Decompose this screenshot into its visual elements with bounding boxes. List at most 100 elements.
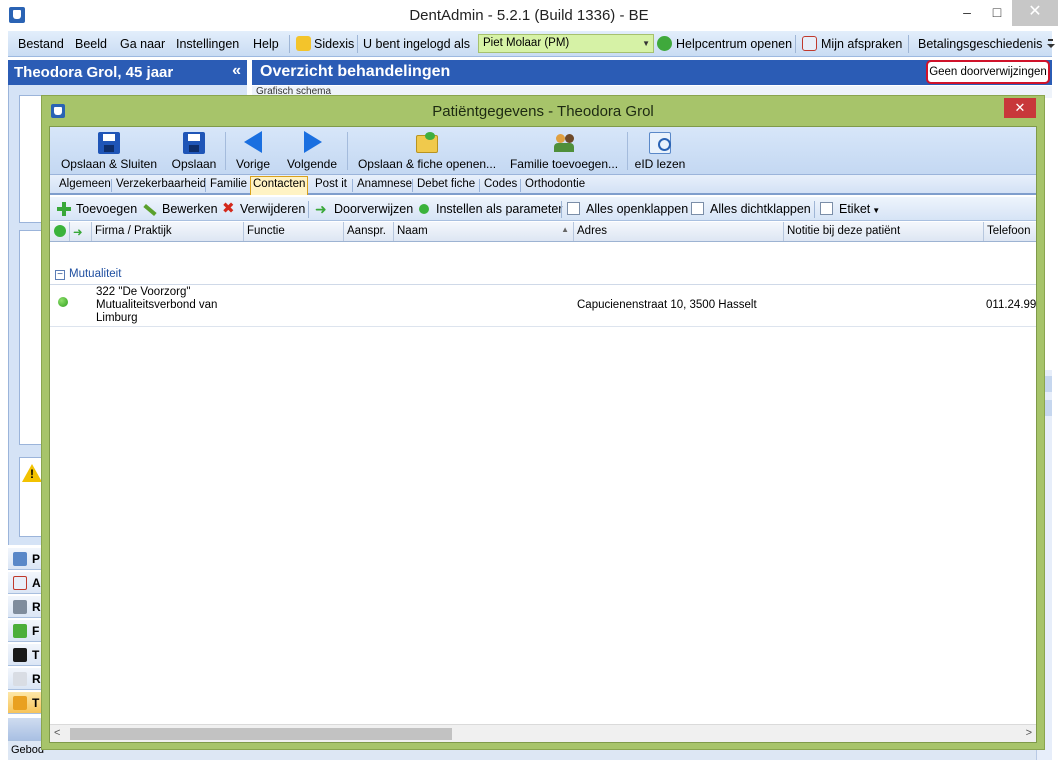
menu-bestand[interactable]: Bestand: [18, 37, 64, 51]
sidexis-button[interactable]: Sidexis: [314, 37, 354, 51]
adres-cell: Capucienenstraat 10, 3500 Hasselt: [577, 299, 757, 311]
patient-name: Theodora Grol, 45 jaar: [14, 64, 174, 81]
save-label: Opslaan: [171, 157, 217, 171]
telefoon-cell: 011.24.99: [986, 299, 1036, 311]
nav-icon: [13, 552, 27, 566]
ribbon-separator: [225, 132, 226, 170]
nav-button[interactable]: F: [8, 620, 44, 642]
sort-ascending-icon: ▲: [561, 225, 569, 234]
collapse-icon[interactable]: «: [232, 62, 241, 80]
menu-separator: [795, 35, 796, 53]
calendar-icon: [13, 576, 27, 590]
nav-button-active[interactable]: T: [8, 692, 44, 714]
toolbar-separator: [814, 201, 815, 218]
warning-icon: [22, 464, 42, 482]
set-parameter-button[interactable]: Instellen als parameter: [436, 202, 562, 216]
dialog-close-button[interactable]: ✕: [1004, 98, 1036, 118]
edit-button[interactable]: Bewerken: [162, 202, 218, 216]
tab-debet-fiche[interactable]: Debet fiche: [415, 178, 477, 190]
tab-algemeen[interactable]: Algemeen: [57, 178, 113, 190]
tab-verzekerbaarheid[interactable]: Verzekerbaarheid: [114, 178, 208, 190]
group-label: Mutualiteit: [69, 268, 122, 280]
nav-button[interactable]: T: [8, 644, 44, 666]
add-family-button[interactable]: Familie toevoegen...: [506, 129, 622, 173]
delete-icon: ✖: [222, 200, 235, 217]
refer-button[interactable]: Doorverwijzen: [334, 202, 413, 216]
patient-data-dialog: Patiëntgegevens - Theodora Grol ✕ Opslaa…: [41, 95, 1045, 750]
horizontal-scrollbar[interactable]: < >: [50, 724, 1036, 742]
save-close-button[interactable]: Opslaan & Sluiten: [58, 129, 160, 173]
read-eid-label: eID lezen: [634, 157, 686, 171]
sidexis-icon: [296, 36, 311, 51]
refer-column-header[interactable]: ➜: [70, 222, 92, 241]
label-dropdown-text: Etiket: [839, 202, 871, 216]
help-center-button[interactable]: Helpcentrum openen: [676, 37, 792, 51]
status-text: Gebod: [11, 744, 45, 756]
close-button[interactable]: ✕: [1012, 0, 1058, 26]
overflow-icon[interactable]: [1046, 35, 1055, 53]
no-referrals-button[interactable]: Geen doorverwijzingen: [926, 60, 1050, 84]
menu-beeld[interactable]: Beeld: [75, 37, 107, 51]
tab-post-it[interactable]: Post it: [313, 178, 349, 190]
table-row[interactable]: 322 "De Voorzorg" Mutualiteitsverbond va…: [50, 285, 1036, 327]
save-icon: [183, 132, 205, 154]
calendar-icon: [802, 36, 817, 51]
column-header-aanspr[interactable]: Aanspr.: [344, 222, 394, 241]
user-select-value: Piet Molaar (PM): [483, 37, 570, 49]
appointments-button[interactable]: Mijn afspraken: [821, 37, 902, 51]
collapse-all-icon: [691, 202, 704, 215]
read-eid-button[interactable]: eID lezen: [632, 129, 688, 173]
maximize-button[interactable]: □: [984, 0, 1010, 26]
save-open-fiche-button[interactable]: Opslaan & fiche openen...: [354, 129, 500, 173]
menu-bar: Bestand Beeld Ga naar Instellingen Help …: [8, 31, 1055, 57]
logged-in-label: U bent ingelogd als: [363, 37, 471, 51]
nav-button[interactable]: P: [8, 548, 44, 570]
column-header-naam-label: Naam: [397, 225, 428, 237]
menu-instellingen[interactable]: Instellingen: [176, 37, 239, 51]
firma-cell: 322 "De Voorzorg" Mutualiteitsverbond va…: [96, 286, 236, 325]
nav-button[interactable]: R: [8, 668, 44, 690]
minimize-button[interactable]: –: [954, 0, 980, 26]
tab-codes[interactable]: Codes: [482, 178, 519, 190]
scroll-left-icon[interactable]: <: [54, 727, 60, 739]
payment-history-button[interactable]: Betalingsgeschiedenis: [918, 37, 1042, 51]
previous-button[interactable]: Vorige: [230, 129, 276, 173]
collapse-all-button[interactable]: Alles dichtklappen: [710, 202, 811, 216]
check-column-header[interactable]: [50, 222, 70, 241]
column-header-functie[interactable]: Functie: [244, 222, 344, 241]
scroll-right-icon[interactable]: >: [1026, 727, 1032, 739]
ribbon-separator: [627, 132, 628, 170]
column-header-telefoon[interactable]: Telefoon: [984, 222, 1036, 241]
nav-label: R: [32, 672, 41, 686]
nav-button[interactable]: R: [8, 596, 44, 618]
label-dropdown[interactable]: Etiket ▼: [839, 202, 880, 216]
scroll-thumb[interactable]: [70, 728, 452, 740]
tab-orthodontie[interactable]: Orthodontie: [523, 178, 587, 190]
group-row[interactable]: − Mutualiteit: [50, 267, 1036, 284]
save-open-fiche-label: Opslaan & fiche openen...: [357, 157, 497, 171]
status-dot-icon: [58, 297, 68, 307]
user-select[interactable]: Piet Molaar (PM) ▼: [478, 34, 654, 53]
add-icon: [57, 202, 71, 216]
menu-help[interactable]: Help: [253, 37, 279, 51]
column-header-notitie[interactable]: Notitie bij deze patiënt: [784, 222, 984, 241]
label-icon: [820, 202, 833, 215]
column-header-adres[interactable]: Adres: [574, 222, 784, 241]
tab-familie[interactable]: Familie: [208, 178, 249, 190]
column-header-firma[interactable]: Firma / Praktijk: [92, 222, 244, 241]
menu-separator: [908, 35, 909, 53]
save-button[interactable]: Opslaan: [168, 129, 220, 173]
tab-contacten[interactable]: Contacten: [250, 176, 309, 195]
nav-button[interactable]: A: [8, 572, 44, 594]
next-button[interactable]: Volgende: [282, 129, 342, 173]
collapse-group-icon[interactable]: −: [55, 270, 65, 280]
delete-button[interactable]: Verwijderen: [240, 202, 305, 216]
tab-separator: [111, 179, 112, 192]
add-button[interactable]: Toevoegen: [76, 202, 137, 216]
toolbar-separator: [561, 201, 562, 218]
tab-anamnese[interactable]: Anamnese: [355, 178, 414, 190]
column-header-naam[interactable]: Naam ▲: [394, 222, 574, 241]
expand-all-button[interactable]: Alles openklappen: [586, 202, 688, 216]
add-family-label: Familie toevoegen...: [509, 157, 619, 171]
menu-ga-naar[interactable]: Ga naar: [120, 37, 165, 51]
